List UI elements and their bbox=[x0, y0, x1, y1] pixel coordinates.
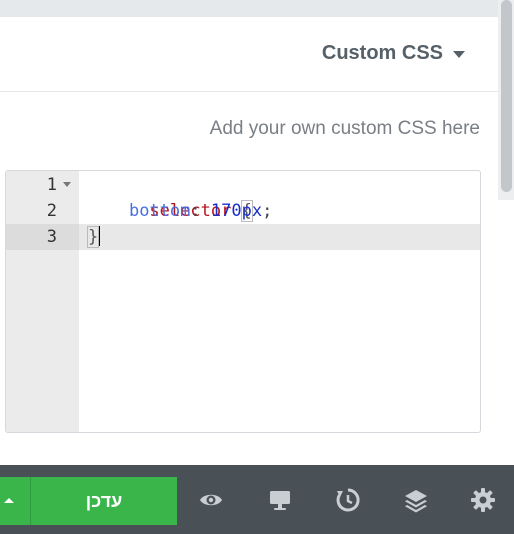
scrollbar-track[interactable] bbox=[498, 0, 514, 200]
css-value-token: 170px bbox=[210, 201, 263, 221]
layers-icon[interactable] bbox=[403, 487, 429, 513]
semicolon-token: ; bbox=[262, 201, 273, 221]
text-cursor bbox=[98, 226, 101, 246]
section-title: Custom CSS bbox=[321, 42, 443, 64]
line-number: 2 bbox=[46, 201, 57, 221]
css-property-token: bottom bbox=[128, 201, 191, 221]
custom-css-description: Add your own custom CSS here bbox=[209, 118, 480, 139]
caret-down-icon[interactable] bbox=[453, 51, 465, 58]
code-line[interactable]: 2 bottom: 170px; bbox=[6, 198, 480, 224]
scrollbar-thumb[interactable] bbox=[501, 0, 512, 192]
desktop-icon[interactable] bbox=[267, 487, 293, 513]
gear-icon[interactable] bbox=[470, 487, 496, 513]
css-code-editor[interactable]: 1 selector { 2 bottom: 170px; 3 } bbox=[5, 170, 481, 433]
colon-token: : bbox=[190, 201, 201, 221]
line-number: 3 bbox=[46, 227, 57, 247]
publish-update-button[interactable]: עדכן bbox=[31, 477, 177, 525]
line-number: 1 bbox=[46, 175, 57, 195]
close-brace-token: } bbox=[86, 226, 100, 248]
caret-up-icon bbox=[4, 498, 14, 503]
history-icon[interactable] bbox=[335, 487, 361, 513]
fold-toggle-icon[interactable] bbox=[63, 182, 71, 187]
custom-css-section-header[interactable]: Custom CSS bbox=[0, 17, 498, 92]
code-line[interactable]: 1 selector { bbox=[6, 172, 480, 222]
publish-options-button[interactable] bbox=[0, 477, 31, 525]
eye-icon[interactable] bbox=[198, 487, 224, 513]
top-strip bbox=[0, 0, 514, 17]
code-line[interactable]: 3 } bbox=[6, 224, 480, 250]
editor-footer-bar: עדכן bbox=[0, 465, 514, 534]
